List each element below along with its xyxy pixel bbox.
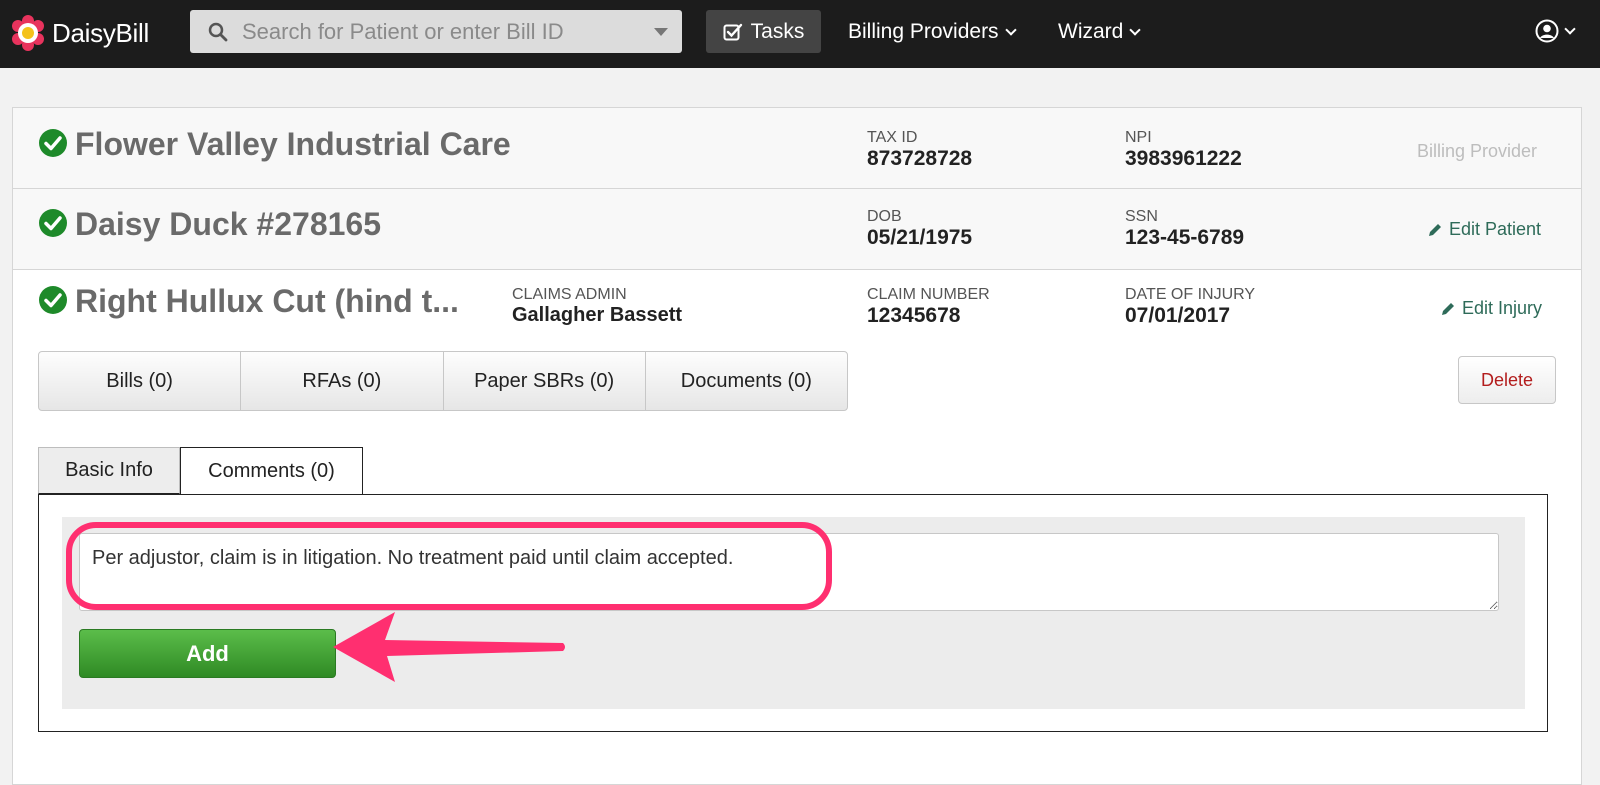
provider-name: Flower Valley Industrial Care — [75, 126, 511, 162]
delete-button[interactable]: Delete — [1458, 356, 1556, 404]
search-input[interactable] — [242, 18, 642, 45]
tab-comments[interactable]: Comments (0) — [180, 447, 363, 495]
edit-patient-link[interactable]: Edit Patient — [1427, 219, 1541, 240]
edit-injury-link[interactable]: Edit Injury — [1440, 298, 1542, 319]
dob-value: 05/21/1975 — [867, 226, 973, 249]
top-navbar: DaisyBill Tasks Billing Providers Wizard — [0, 0, 1600, 68]
check-circle-icon — [39, 286, 67, 314]
billing-provider-role-label: Billing Provider — [1416, 141, 1537, 161]
paper-sbrs-button[interactable]: Paper SBRs (0) — [444, 352, 646, 410]
brand-name: DaisyBill — [52, 17, 149, 48]
annotation-arrow-icon — [333, 612, 565, 682]
claims-admin-value: Gallagher Bassett — [512, 304, 683, 326]
edit-patient-label: Edit Patient — [1449, 219, 1542, 239]
documents-button[interactable]: Documents (0) — [646, 352, 847, 410]
add-comment-button[interactable]: Add — [79, 629, 336, 678]
tasks-button[interactable]: Tasks — [706, 10, 821, 53]
date-of-injury-value: 07/01/2017 — [1125, 304, 1231, 327]
ssn-label: SSN — [1125, 208, 1158, 225]
chevron-down-icon — [1564, 23, 1576, 35]
search-dropdown-caret-icon[interactable] — [654, 28, 668, 36]
injury-sections-button-group: Bills (0) RFAs (0) Paper SBRs (0) Docume… — [38, 351, 848, 411]
npi-label: NPI — [1125, 129, 1152, 146]
claims-admin-label: CLAIMS ADMIN — [512, 286, 627, 303]
dob-label: DOB — [867, 208, 902, 225]
brand[interactable]: DaisyBill — [10, 13, 149, 53]
wizard-menu[interactable]: Wizard — [1058, 10, 1142, 53]
provider-row: Flower Valley Industrial Care TAX ID 873… — [13, 108, 1581, 189]
tab-basic-info[interactable]: Basic Info — [38, 447, 180, 494]
comment-textarea[interactable]: Per adjustor, claim is in litigation. No… — [79, 533, 1499, 611]
billing-providers-label: Billing Providers — [848, 19, 999, 43]
edit-injury-label: Edit Injury — [1462, 298, 1543, 318]
tax-id-label: TAX ID — [867, 129, 918, 146]
claim-card: Flower Valley Industrial Care TAX ID 873… — [12, 107, 1582, 785]
chevron-down-icon — [1004, 23, 1017, 36]
date-of-injury-label: DATE OF INJURY — [1125, 286, 1256, 303]
billing-providers-menu[interactable]: Billing Providers — [848, 10, 1017, 53]
chevron-down-icon — [1129, 23, 1142, 36]
pencil-icon — [1442, 302, 1454, 315]
checkbox-icon — [723, 23, 742, 40]
patient-row: Daisy Duck #278165 DOB 05/21/1975 SSN 12… — [13, 189, 1581, 270]
bills-button[interactable]: Bills (0) — [39, 352, 242, 410]
daisy-logo-icon — [10, 15, 46, 51]
ssn-value: 123-45-6789 — [1125, 226, 1245, 249]
patient-name: Daisy Duck #278165 — [75, 206, 381, 242]
tax-id-value: 873728728 — [867, 147, 973, 170]
user-avatar-icon — [1535, 19, 1559, 43]
check-circle-icon — [39, 209, 67, 237]
comments-panel: Per adjustor, claim is in litigation. No… — [38, 494, 1548, 732]
tasks-label: Tasks — [750, 19, 805, 43]
npi-value: 3983961222 — [1125, 147, 1242, 170]
injury-name: Right Hullux Cut (hind t... — [75, 283, 459, 319]
claim-number-value: 12345678 — [867, 304, 961, 327]
check-circle-icon — [39, 129, 67, 157]
search-icon — [208, 22, 228, 42]
user-menu[interactable] — [1535, 15, 1576, 47]
wizard-label: Wizard — [1058, 19, 1124, 43]
pencil-icon — [1429, 223, 1441, 236]
comment-form: Per adjustor, claim is in litigation. No… — [62, 517, 1525, 709]
search-bar[interactable] — [190, 10, 682, 53]
claim-number-label: CLAIM NUMBER — [867, 286, 990, 303]
rfas-button[interactable]: RFAs (0) — [241, 352, 444, 410]
